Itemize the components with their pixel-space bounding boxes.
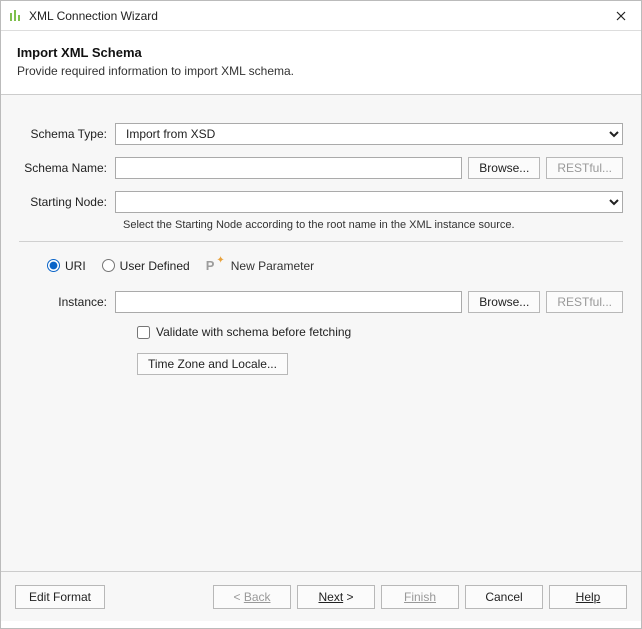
starting-node-hint: Select the Starting Node according to th… (123, 219, 623, 231)
window-title: XML Connection Wizard (29, 9, 609, 23)
new-parameter-button[interactable]: P✦ New Parameter (206, 258, 314, 273)
page-title: Import XML Schema (17, 45, 625, 60)
edit-format-button[interactable]: Edit Format (15, 585, 105, 609)
timezone-locale-button[interactable]: Time Zone and Locale... (137, 353, 288, 375)
next-button[interactable]: Next > (297, 585, 375, 609)
starting-node-label: Starting Node: (19, 195, 115, 209)
app-icon (9, 9, 23, 23)
instance-restful-button[interactable]: RESTful... (546, 291, 623, 313)
validate-checkbox[interactable] (137, 326, 150, 339)
schema-type-select[interactable]: Import from XSD (115, 123, 623, 145)
star-icon: ✦ (216, 255, 224, 266)
starting-node-select[interactable] (115, 191, 623, 213)
instance-label: Instance: (19, 295, 115, 309)
instance-browse-button[interactable]: Browse... (468, 291, 540, 313)
page-subtitle: Provide required information to import X… (17, 64, 625, 78)
separator (19, 241, 623, 242)
back-button[interactable]: < Back (213, 585, 291, 609)
schema-browse-button[interactable]: Browse... (468, 157, 540, 179)
radio-uri[interactable]: URI (47, 259, 86, 273)
cancel-button[interactable]: Cancel (465, 585, 543, 609)
instance-input[interactable] (115, 291, 462, 313)
schema-type-label: Schema Type: (19, 127, 115, 141)
close-icon[interactable] (609, 4, 633, 28)
schema-name-input[interactable] (115, 157, 462, 179)
radio-user-defined[interactable]: User Defined (102, 259, 190, 273)
radio-uri-input[interactable] (47, 259, 60, 272)
radio-user-defined-label: User Defined (120, 259, 190, 273)
source-radio-group: URI User Defined P✦ New Parameter (47, 258, 623, 273)
parameter-icon: P (206, 258, 215, 273)
finish-button[interactable]: Finish (381, 585, 459, 609)
validate-label: Validate with schema before fetching (156, 325, 351, 339)
titlebar: XML Connection Wizard (1, 1, 641, 31)
wizard-footer: Edit Format < Back Next > Finish Cancel … (1, 571, 641, 621)
help-button[interactable]: Help (549, 585, 627, 609)
schema-restful-button[interactable]: RESTful... (546, 157, 623, 179)
radio-uri-label: URI (65, 259, 86, 273)
new-parameter-label: New Parameter (231, 259, 314, 273)
radio-user-defined-input[interactable] (102, 259, 115, 272)
wizard-header: Import XML Schema Provide required infor… (1, 31, 641, 95)
schema-name-label: Schema Name: (19, 161, 115, 175)
wizard-content: Schema Type: Import from XSD Schema Name… (1, 95, 641, 571)
